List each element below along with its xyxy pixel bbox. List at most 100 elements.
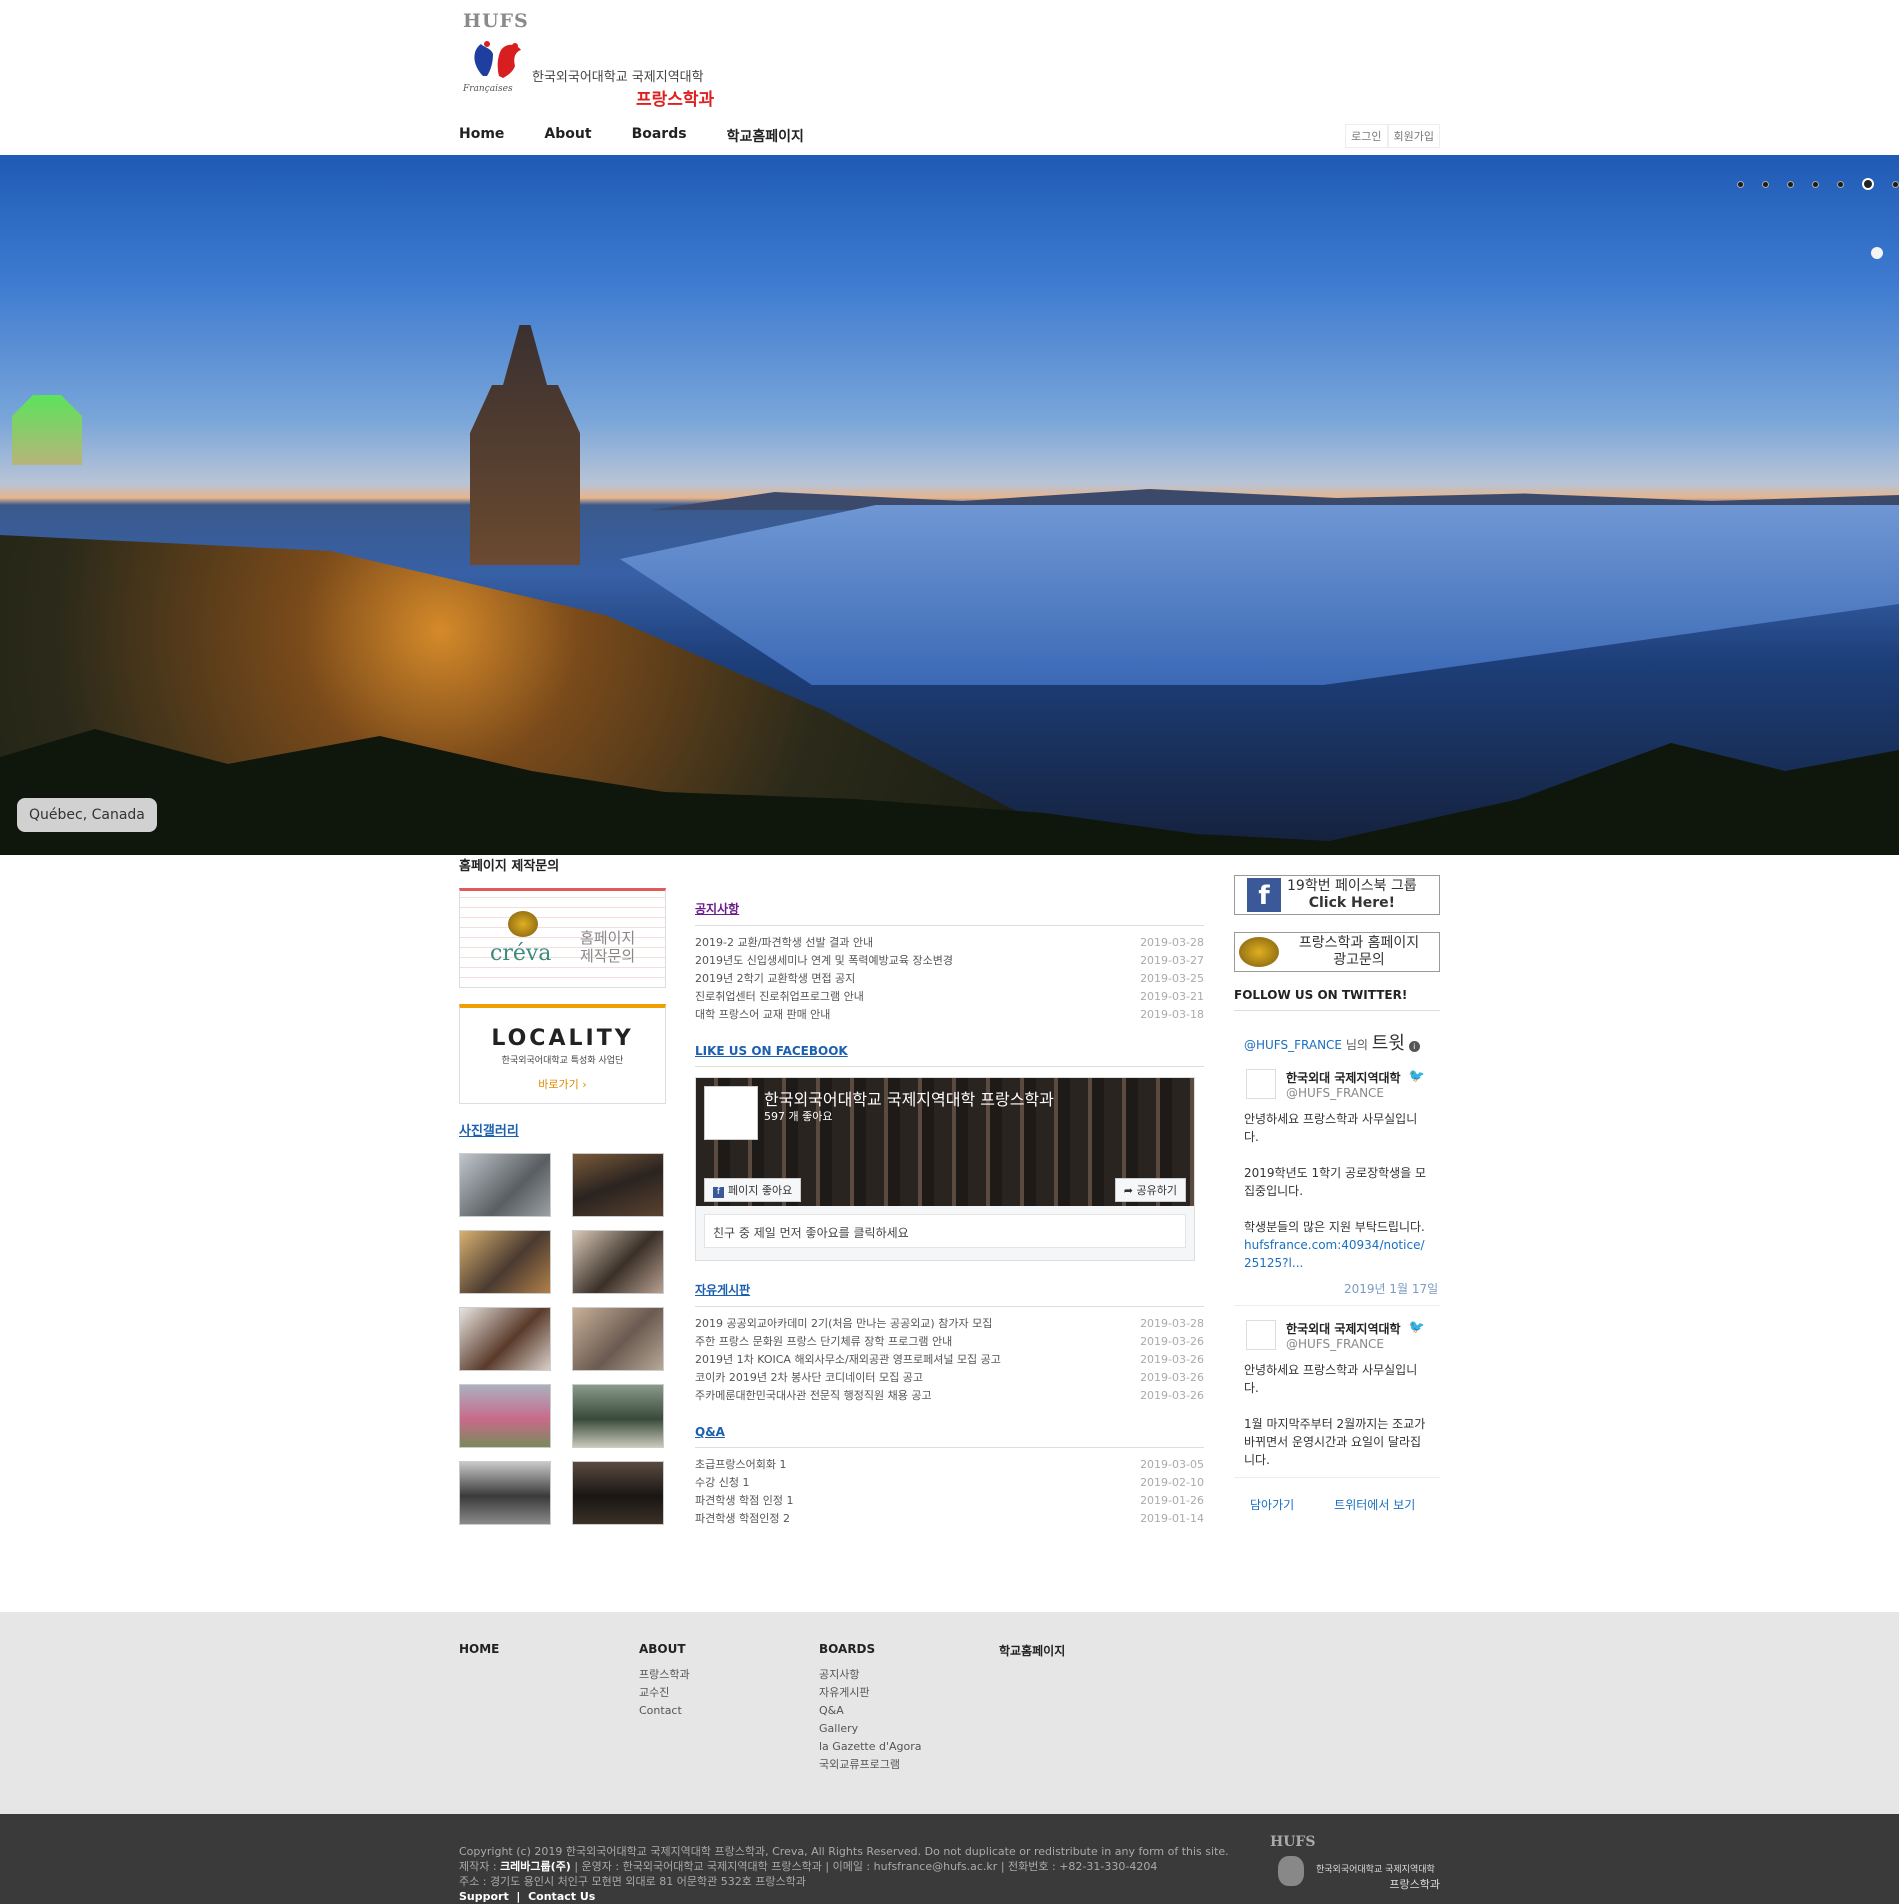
footer-school-link[interactable]: 학교홈페이지: [999, 1642, 1065, 1659]
list-item[interactable]: 2019-2 교환/파견학생 선발 결과 안내 2019-03-28: [695, 934, 1204, 952]
gallery-thumb[interactable]: [459, 1384, 551, 1448]
facebook-icon: f: [1247, 878, 1281, 912]
post-title[interactable]: 대학 프랑스어 교재 판매 안내: [695, 1006, 830, 1024]
post-title[interactable]: 코이카 2019년 2차 봉사단 코디네이터 모집 공고: [695, 1369, 923, 1387]
list-item[interactable]: 주한 프랑스 문화원 프랑스 단기체류 장학 프로그램 안내 2019-03-26: [695, 1333, 1204, 1351]
slider-dot[interactable]: [1812, 181, 1819, 188]
post-title[interactable]: 2019 공공외교아카데미 2기(처음 만나는 공공외교) 참가자 모집: [695, 1315, 992, 1333]
ad-line1: 프랑스학과 홈페이지: [1298, 935, 1420, 951]
tweet-author-name[interactable]: 한국외대 국제지역대학: [1286, 1069, 1401, 1086]
tweet-date[interactable]: 2019년 1월 17일: [1344, 1280, 1440, 1297]
slider-dot-active[interactable]: [1862, 178, 1874, 190]
twitter-footer: 담아가기 트위터에서 보기: [1234, 1496, 1440, 1513]
footer-boards-link[interactable]: BOARDS: [819, 1642, 922, 1656]
footer-link[interactable]: Gallery: [819, 1720, 922, 1738]
list-item[interactable]: 진로취업센터 진로취업프로그램 안내 2019-03-21: [695, 988, 1204, 1006]
signup-link[interactable]: 회원가입: [1387, 124, 1440, 148]
facebook-page-thumb[interactable]: [704, 1086, 758, 1140]
facebook-like-button[interactable]: f 페이지 좋아요: [704, 1178, 802, 1202]
facebook-share-button[interactable]: ➦ 공유하기: [1114, 1178, 1186, 1202]
post-title[interactable]: 2019년 1차 KOICA 해외사무소/재외공관 영프로페셔널 모집 공고: [695, 1351, 1001, 1369]
creva-banner[interactable]: créva 홈페이지 제작문의: [459, 888, 666, 988]
twitter-bird-icon[interactable]: 🐦: [1409, 1320, 1425, 1351]
hufs-logo[interactable]: HUFS Françaises: [463, 10, 541, 110]
gallery-thumb[interactable]: [572, 1461, 664, 1525]
nav-home[interactable]: Home: [459, 126, 504, 146]
post-title[interactable]: 2019년 2학기 교환학생 면접 공지: [695, 970, 855, 988]
qna-section: Q&A 초급프랑스어회화 1 2019-03-05 수강 신청 1 2019-02-…: [695, 1425, 1204, 1528]
gallery-thumb[interactable]: [572, 1153, 664, 1217]
footer-link[interactable]: 국외교류프로그램: [819, 1756, 922, 1774]
gallery-thumb[interactable]: [572, 1384, 664, 1448]
slider-dot[interactable]: [1892, 181, 1899, 188]
twitter-handle-link[interactable]: @HUFS_FRANCE: [1244, 1038, 1342, 1052]
gallery-thumb[interactable]: [572, 1230, 664, 1294]
info-icon[interactable]: i: [1408, 1041, 1420, 1052]
post-title[interactable]: 파견학생 학점 인정 1: [695, 1492, 793, 1510]
post-title[interactable]: 주한 프랑스 문화원 프랑스 단기체류 장학 프로그램 안내: [695, 1333, 952, 1351]
slider-dot[interactable]: [1762, 181, 1769, 188]
gallery-thumb[interactable]: [459, 1461, 551, 1525]
footer-about-link[interactable]: ABOUT: [639, 1642, 690, 1656]
list-item[interactable]: 2019년 1차 KOICA 해외사무소/재외공관 영프로페셔널 모집 공고 20…: [695, 1351, 1204, 1369]
footer-link[interactable]: Contact: [639, 1702, 690, 1720]
avatar[interactable]: [1246, 1320, 1276, 1350]
footer-link[interactable]: 자유게시판: [819, 1684, 922, 1702]
free-board-title[interactable]: 자유게시판: [695, 1281, 1204, 1307]
list-item[interactable]: 초급프랑스어회화 1 2019-03-05: [695, 1456, 1204, 1474]
post-title[interactable]: 수강 신청 1: [695, 1474, 749, 1492]
view-on-twitter-link[interactable]: 트위터에서 보기: [1334, 1496, 1415, 1513]
post-title[interactable]: 주카메룬대한민국대사관 전문직 행정직원 채용 공고: [695, 1387, 932, 1405]
footer-link[interactable]: la Gazette d'Agora: [819, 1738, 922, 1756]
facebook-title[interactable]: LIKE US ON FACEBOOK: [695, 1044, 1204, 1067]
footer-link[interactable]: 공지사항: [819, 1666, 922, 1684]
gallery-title[interactable]: 사진갤러리: [459, 1120, 666, 1139]
post-title[interactable]: 2019-2 교환/파견학생 선발 결과 안내: [695, 934, 873, 952]
maker-name: 크레바그룹(주): [500, 1860, 571, 1873]
list-item[interactable]: 코이카 2019년 2차 봉사단 코디네이터 모집 공고 2019-03-26: [695, 1369, 1204, 1387]
notice-title[interactable]: 공지사항: [695, 900, 1204, 926]
contact-link[interactable]: Contact Us: [528, 1890, 595, 1903]
list-item[interactable]: 파견학생 학점 인정 1 2019-01-26: [695, 1492, 1204, 1510]
footer-link[interactable]: 프랑스학과: [639, 1666, 690, 1684]
login-link[interactable]: 로그인: [1345, 124, 1388, 148]
qna-title[interactable]: Q&A: [695, 1425, 1204, 1448]
nav-school-homepage[interactable]: 학교홈페이지: [727, 126, 804, 146]
locality-go-link[interactable]: 바로가기 ›: [460, 1076, 665, 1092]
slider-dot[interactable]: [1787, 181, 1794, 188]
tweet-author-handle[interactable]: @HUFS_FRANCE: [1286, 1086, 1401, 1100]
support-link[interactable]: Support: [459, 1890, 509, 1903]
tweet-author-handle[interactable]: @HUFS_FRANCE: [1286, 1337, 1401, 1351]
nav-about[interactable]: About: [544, 126, 591, 146]
post-title[interactable]: 진로취업센터 진로취업프로그램 안내: [695, 988, 864, 1006]
post-title[interactable]: 초급프랑스어회화 1: [695, 1456, 786, 1474]
embed-link[interactable]: 담아가기: [1250, 1496, 1294, 1513]
footer-link[interactable]: 교수진: [639, 1684, 690, 1702]
locality-banner[interactable]: LOCALITY 한국외국어대학교 특성화 사업단 바로가기 ›: [459, 1004, 666, 1104]
avatar[interactable]: [1246, 1069, 1276, 1099]
slider-dot[interactable]: [1737, 181, 1744, 188]
footer-home-link[interactable]: HOME: [459, 1642, 499, 1656]
post-title[interactable]: 2019년도 신입생세미나 연계 및 폭력예방교육 장소변경: [695, 952, 953, 970]
twitter-bird-icon[interactable]: 🐦: [1409, 1069, 1425, 1100]
post-title[interactable]: 파견학생 학점인정 2: [695, 1510, 790, 1528]
gallery-thumb[interactable]: [459, 1230, 551, 1294]
list-item[interactable]: 2019년도 신입생세미나 연계 및 폭력예방교육 장소변경 2019-03-27: [695, 952, 1204, 970]
slider-dot[interactable]: [1837, 181, 1844, 188]
list-item[interactable]: 파견학생 학점인정 2 2019-01-14: [695, 1510, 1204, 1528]
list-item[interactable]: 대학 프랑스어 교재 판매 안내 2019-03-18: [695, 1006, 1204, 1024]
facebook-group-banner[interactable]: f 19학번 페이스북 그룹 Click Here!: [1234, 875, 1440, 915]
ad-inquiry-banner[interactable]: 프랑스학과 홈페이지 광고문의: [1234, 932, 1440, 972]
tweet-author-name[interactable]: 한국외대 국제지역대학: [1286, 1320, 1401, 1337]
list-item[interactable]: 2019 공공외교아카데미 2기(처음 만나는 공공외교) 참가자 모집 2019…: [695, 1315, 1204, 1333]
tweet-link[interactable]: hufsfrance.com:40934/notice/25125?l...: [1244, 1236, 1430, 1272]
list-item[interactable]: 주카메룬대한민국대사관 전문직 행정직원 채용 공고 2019-03-26: [695, 1387, 1204, 1405]
list-item[interactable]: 2019년 2학기 교환학생 면접 공지 2019-03-25: [695, 970, 1204, 988]
gallery-thumb[interactable]: [572, 1307, 664, 1371]
facebook-page-name[interactable]: 한국외국어대학교 국제지역대학 프랑스학과: [764, 1086, 1054, 1110]
footer-link[interactable]: Q&A: [819, 1702, 922, 1720]
nav-boards[interactable]: Boards: [632, 126, 687, 146]
gallery-thumb[interactable]: [459, 1153, 551, 1217]
list-item[interactable]: 수강 신청 1 2019-02-10: [695, 1474, 1204, 1492]
gallery-thumb[interactable]: [459, 1307, 551, 1371]
